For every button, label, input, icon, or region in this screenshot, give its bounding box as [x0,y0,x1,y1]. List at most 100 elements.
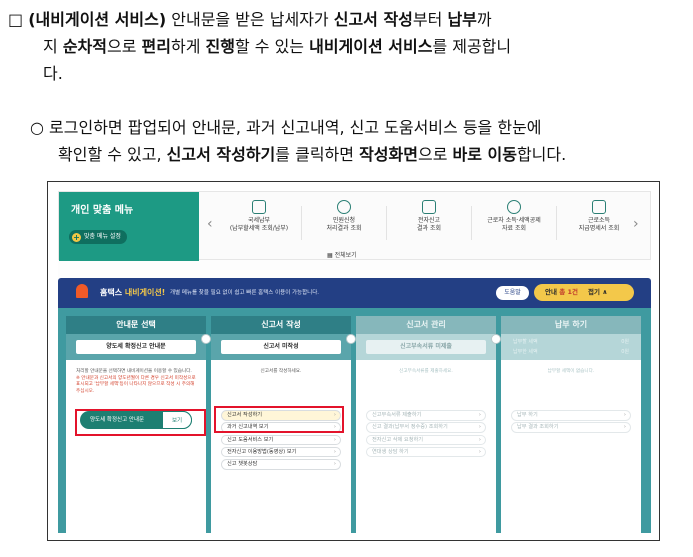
notice-toggle[interactable]: 안내 총 1건 접기 ∧ [534,284,634,301]
text-run: 할 수 있는 [234,37,310,56]
payment-result-button[interactable]: 납부 결과 조회하기 › [511,422,631,433]
step-note: 신고부속서류를 제출하세요. [399,369,453,374]
menu-item-sublabel: 처리결과 조회 [326,225,362,232]
list-item-label: 신고 결과(납부서 정수증) 조회하기 [372,424,448,431]
hometax-screenshot: 개인 맞춤 메뉴 + 맞춤 메뉴 설정 ‹ › 국세납부 (납부할세액 조회/납부)… [58,191,651,533]
chevron-right-icon: › [478,412,481,418]
screenshot-frame: 개인 맞춤 메뉴 + 맞춤 메뉴 설정 ‹ › 국세납부 (납부할세액 조회/납부)… [47,181,660,541]
custom-menu-panel: 개인 맞춤 메뉴 + 맞춤 메뉴 설정 [59,192,199,261]
menu-item-label: 근로소득 [587,217,611,224]
step-status-bar: 신고서 미작성 [211,334,351,360]
divider [386,206,387,240]
menu-item-sublabel: 지급명세서 조회 [578,225,620,232]
menu-item-civil-request[interactable]: 민원신청 처리결과 조회 [309,200,379,233]
payment-action-list: 납부 하기 › 납부 결과 조회하기 › [511,410,631,435]
text-run: 으로 [106,37,142,56]
money-bag-icon [337,200,351,214]
menu-item-e-filing[interactable]: 전자신고 결과 조회 [394,200,464,233]
intro-line-1: □ (내비게이션 서비스) 안내문을 받은 납세자가 신고서 작성부터 납부까 [8,6,684,33]
menu-item-earned-income[interactable]: 근로소득 지급명세서 조회 [564,200,634,233]
chevron-right-icon: › [333,436,336,443]
highlight-write-return [214,406,344,433]
step-heading: 납부 하기 [501,316,641,334]
step-status-chip[interactable]: 신고서 미작성 [221,340,341,354]
view-all-label: 전체보기 [334,252,357,259]
chevron-right-icon: › [478,436,481,443]
text-run: 로그인하면 팝업되어 안내문, 과거 신고내역, 신고 도움서비스 등을 한눈에 [43,118,542,137]
menu-item-label: 근로자 소득·세액공제 [487,217,541,224]
pay-button[interactable]: 납부 하기 › [511,410,631,421]
step-status-bar: 양도세 확정신고 안내문 [66,334,206,360]
text-run: 부터 [412,10,448,29]
step-heading: 안내문 선택 [66,316,206,334]
next-arrow-icon [346,334,356,344]
step-note: 처리할 안내문을 선택하면 내비게이션을 이용할 수 있습니다. ※ 안내문과 … [76,369,196,395]
square-bullet: □ [8,10,24,29]
highlight-selected-notice [75,409,206,436]
banner-title: 홈택스 내비게이션! [100,287,165,298]
fold-toggle: 접기 ∧ [587,288,608,296]
step-status-chip[interactable]: 양도세 확정신고 안내문 [76,340,196,354]
banner-title-prefix: 홈택스 [100,288,125,297]
chatbot-button[interactable]: 신고 챗봇상담 › [221,459,341,470]
intro-line-2: 지 순차적으로 편리하게 진행할 수 있는 내비게이션 서비스를 제공합니 [8,33,684,60]
siren-icon [76,284,88,298]
consultation-button[interactable]: 연대생 상담 하기 › [366,446,486,458]
bold-text: 진행 [205,37,235,56]
bold-text: 신고서 작성하기 [166,145,276,164]
filing-result-button[interactable]: 신고 결과(납부서 정수증) 조회하기 › [366,422,486,433]
list-item-label: 전자신고 이용방법(동영상) 보기 [227,448,297,455]
step-warning-text: ※ 안내문과 신고서의 양도년월이 다른 경우 신고서 미작성으로 표시되고 '… [76,375,196,394]
menu-item-label: 민원신청 [332,217,356,224]
chevron-right-icon: › [333,448,336,455]
chevron-right-icon: › [333,461,336,468]
detail-paragraph: ○ 로그인하면 팝업되어 안내문, 과거 신고내역, 신고 도움서비스 등을 한… [30,114,690,168]
menu-item-tax-payment[interactable]: 국세납부 (납부할세액 조회/납부) [224,200,294,233]
notice-count: 총 1건 [559,288,578,296]
menu-item-sublabel: 결과 조회 [417,225,441,232]
banner-description: 개별 메뉴를 찾을 필요 없이 쉽고 빠른 홈택스 이용이 가능합니다. [170,290,320,296]
list-item-label: 연대생 상담 하기 [372,448,409,455]
text-run: 합니다. [516,145,567,164]
step-payment: 납부 하기 납부할 세액 0원 납부한 세액 0원 납부할 세액이 없습니다. 납부… [501,316,641,533]
chevron-right-icon: › [478,424,481,431]
delete-request-button[interactable]: 전자신고 삭제 요청하기 › [366,434,486,446]
form-icon [422,200,436,214]
text-run: 를 제공합니 [432,37,512,56]
tax-due-row: 납부할 세액 0원 [513,338,629,345]
video-guide-button[interactable]: 전자신고 이용방법(동영상) 보기 › [221,446,341,458]
text-run: 확인할 수 있고, [58,145,167,164]
next-arrow-icon [491,334,501,344]
custom-menu-bar: 개인 맞춤 메뉴 + 맞춤 메뉴 설정 ‹ › 국세납부 (납부할세액 조회/납부)… [58,191,651,261]
plus-icon: + [72,232,81,242]
tax-paid-value: 0원 [621,349,629,355]
intro-paragraph: □ (내비게이션 서비스) 안내문을 받은 납세자가 신고서 작성부터 납부까 … [8,6,684,87]
menu-item-deduction[interactable]: 근로자 소득·세액공제 자료 조회 [479,200,549,233]
step-status-bar: 신고부속서류 미제출 [356,334,496,360]
step-note: 납부할 세액이 없습니다. [547,369,595,374]
menu-item-sublabel: (납부할세액 조회/납부) [229,225,289,232]
grid-icon: ▦ [327,252,335,259]
step-status-chip[interactable]: 신고부속서류 미제출 [366,340,486,354]
bold-text: (내비게이션 서비스) [28,10,167,29]
hands-heart-icon [507,200,521,214]
list-item-label: 전자신고 삭제 요청하기 [372,436,424,443]
menu-setting-button[interactable]: + 맞춤 메뉴 설정 [69,230,127,244]
chevron-left-icon[interactable]: ‹ [207,216,213,232]
bold-text: 바로 이동 [452,145,517,164]
filing-help-button[interactable]: 신고 도움서비스 보기 › [221,434,341,446]
text-run: 다. [43,64,63,83]
notice-label: 안내 [545,288,560,296]
step-heading: 신고서 관리 [356,316,496,334]
menu-item-label: 전자신고 [417,217,441,224]
list-item-label: 납부 하기 [517,412,538,418]
submit-attachments-button[interactable]: 신고부속서류 제출하기 › [366,410,486,421]
chevron-right-icon: › [623,412,626,418]
view-all-link[interactable]: ▦ 전체보기 [327,250,357,259]
help-button[interactable]: 도움말 [496,286,529,300]
text-run: 를 클릭하면 [275,145,360,164]
step-status-bar: 납부할 세액 0원 납부한 세액 0원 [501,334,641,360]
next-arrow-icon [201,334,211,344]
bold-text: 작성화면 [359,145,418,164]
divider [301,206,302,240]
